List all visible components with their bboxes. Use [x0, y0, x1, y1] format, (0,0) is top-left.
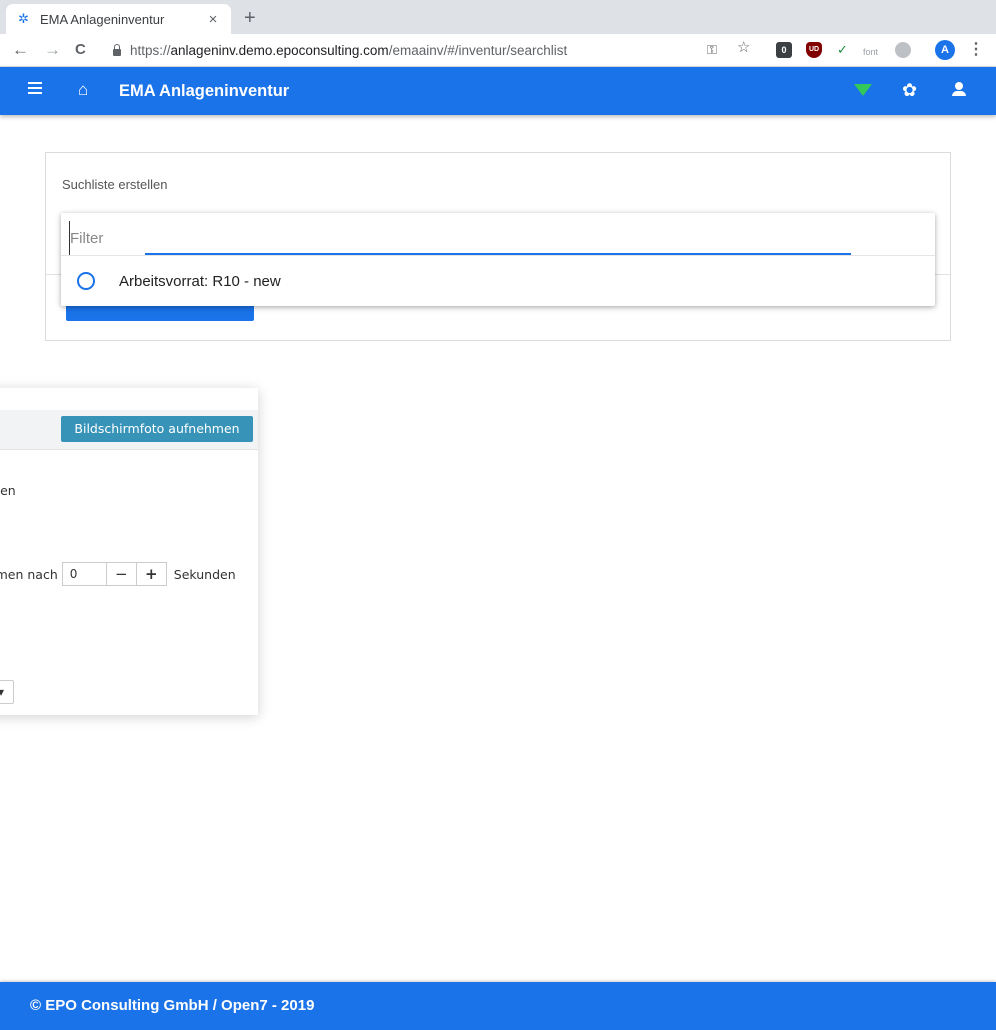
forward-icon[interactable]: → [44, 40, 61, 60]
dropdown-separator [61, 255, 935, 256]
back-icon[interactable]: ← [12, 40, 29, 60]
filter-input[interactable] [69, 221, 849, 255]
app-footer: © EPO Consulting GmbH / Open7 - 2019 [0, 982, 996, 1030]
dropdown-option[interactable]: Arbeitsvorrat: R10 - new [61, 261, 935, 301]
extension-check-icon[interactable]: ✓ [837, 42, 848, 58]
address-bar[interactable]: https://anlageninv.demo.epoconsulting.co… [112, 37, 612, 63]
url-host: anlageninv.demo.epoconsulting.com [170, 42, 389, 58]
home-icon[interactable]: ⌂ [78, 80, 88, 100]
take-screenshot-button[interactable]: Bildschirmfoto aufnehmen [61, 416, 253, 442]
delay-unit: Sekunden [173, 566, 236, 582]
key-icon[interactable]: ⚿ [707, 42, 717, 58]
delay-label: ehmen nach [0, 566, 58, 582]
app-title: EMA Anlageninventur [119, 82, 290, 100]
screenshot-extension-panel: Bildschirmfoto aufnehmen hmen en n ehmen… [0, 388, 258, 715]
url-scheme: https:// [130, 42, 171, 58]
settings-gear-icon[interactable]: ✿ [902, 80, 917, 100]
bookmark-star-icon[interactable]: ☆ [737, 40, 750, 56]
reload-icon[interactable]: C [75, 40, 86, 60]
delay-seconds-input[interactable]: 0 [61, 562, 107, 586]
close-tab-icon[interactable]: × [205, 11, 221, 28]
connection-status-icon [854, 84, 872, 96]
favicon-icon: ✲ [18, 11, 29, 26]
font-extension-icon[interactable]: font [863, 44, 878, 60]
increment-button[interactable]: + [136, 562, 167, 586]
format-select[interactable]: ▾ [0, 680, 14, 704]
browser-menu-icon[interactable]: ⋮ [968, 40, 984, 60]
extension-badge-icon[interactable]: 0 [776, 42, 792, 58]
browser-tab-strip: ✲ EMA Anlageninventur × + [0, 0, 996, 34]
extension-rocket-icon[interactable] [895, 42, 911, 58]
footer-copyright: © EPO Consulting GmbH / Open7 - 2019 [30, 997, 315, 1014]
option-label: Arbeitsvorrat: R10 - new [119, 272, 281, 290]
app-bar: ⌂ EMA Anlageninventur ✿ [0, 67, 996, 115]
panel-option-1[interactable]: hmen [0, 483, 16, 498]
lock-icon [112, 44, 122, 56]
ublock-icon[interactable]: UD [806, 42, 822, 58]
hamburger-menu-icon[interactable] [28, 82, 42, 94]
worklist-dropdown: Arbeitsvorrat: R10 - new [61, 213, 935, 306]
radio-unchecked-icon[interactable] [77, 272, 95, 290]
tab-title: EMA Anlageninventur [40, 11, 165, 27]
profile-avatar[interactable]: A [935, 40, 955, 60]
decrement-button[interactable]: − [106, 562, 137, 586]
panel-header: Bildschirmfoto aufnehmen [0, 410, 258, 450]
browser-toolbar: ← → C https://anlageninv.demo.epoconsult… [0, 34, 996, 67]
user-account-icon[interactable] [951, 80, 967, 98]
browser-tab[interactable]: ✲ EMA Anlageninventur × [6, 4, 231, 34]
card-title: Suchliste erstellen [62, 177, 168, 192]
url-path: /emaainv/#/inventur/searchlist [388, 42, 568, 58]
delay-row: ehmen nach 0 − + Sekunden [0, 561, 236, 587]
new-tab-icon[interactable]: + [244, 8, 256, 28]
